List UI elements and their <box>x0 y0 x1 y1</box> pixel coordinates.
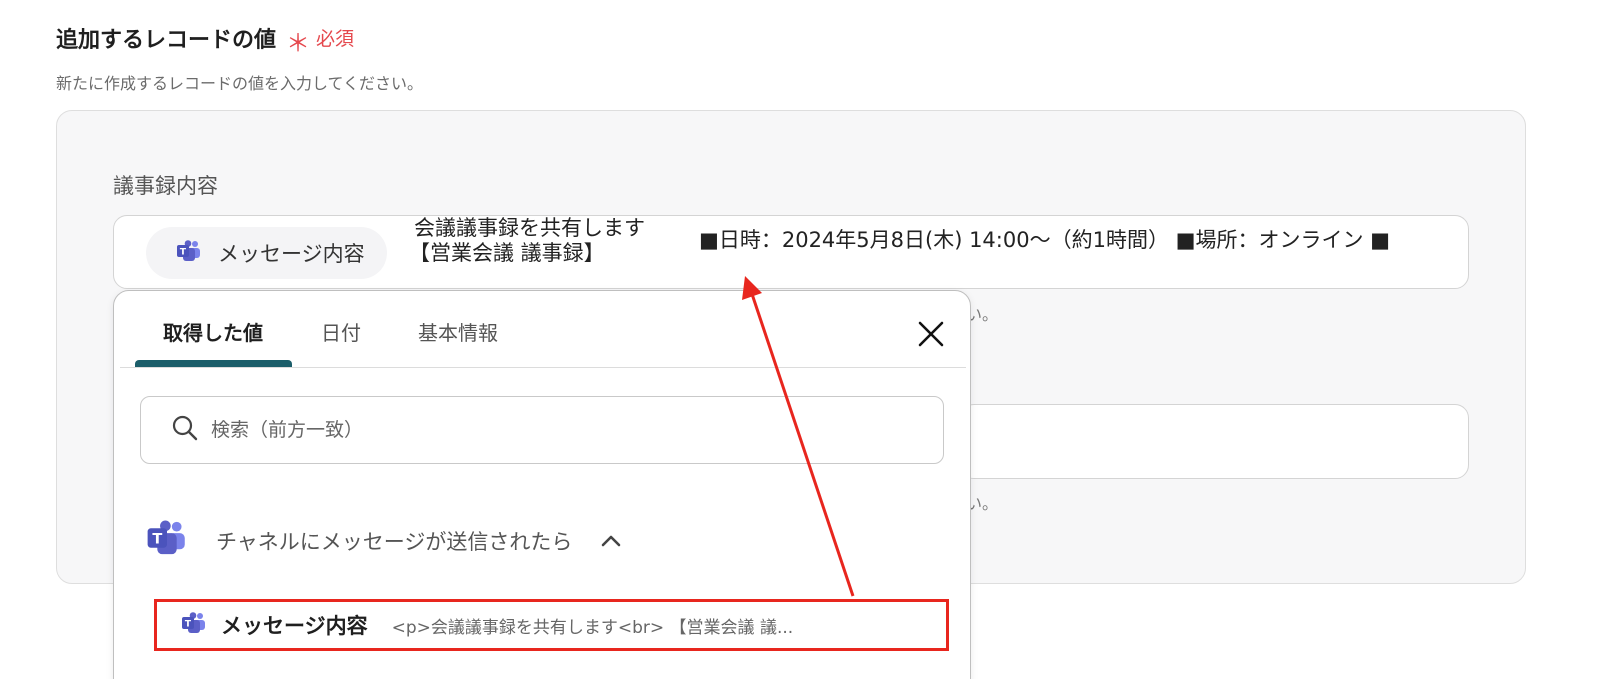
section-title: 追加するレコードの値 ＊ 必須 <box>56 20 355 58</box>
tabs-divider <box>120 367 966 368</box>
page: 追加するレコードの値 ＊ 必須 新たに作成するレコードの値を入力してください。 … <box>0 0 1600 679</box>
value-picker-popup: 取得した値 日付 基本情報 検索（前方一致） T チャネルにメッセージが送信され… <box>113 290 971 679</box>
second-field-input[interactable] <box>960 404 1469 479</box>
search-box <box>140 396 944 464</box>
section-title-text: 追加するレコードの値 <box>56 27 277 53</box>
close-button[interactable] <box>914 317 948 351</box>
svg-text:T: T <box>180 247 187 257</box>
tab-acquired-values[interactable]: 取得した値 <box>163 317 263 346</box>
message-content-chip-label: メッセージ内容 <box>218 242 365 266</box>
teams-icon: T <box>181 612 207 638</box>
popup-tabs: 取得した値 日付 基本情報 <box>114 291 970 367</box>
search-icon <box>171 414 199 446</box>
message-content-chip[interactable]: T メッセージ内容 <box>146 227 387 279</box>
message-preview-line-1: 会議議事録を共有します <box>414 216 645 240</box>
svg-text:T: T <box>152 532 162 548</box>
close-icon <box>918 321 944 347</box>
result-item-message-content[interactable]: T メッセージ内容 <p>会議議事録を共有します<br> 【営業会議 議... <box>154 599 949 651</box>
teams-icon: T <box>176 239 202 267</box>
message-preview-line-2: 【営業会議 議事録】 <box>409 241 605 265</box>
svg-text:T: T <box>185 620 192 630</box>
section-description: 新たに作成するレコードの値を入力してください。 <box>56 74 424 93</box>
required-label: 必須 <box>316 28 355 50</box>
result-item-preview: <p>会議議事録を共有します<br> 【営業会議 議... <box>391 617 794 638</box>
required-star: ＊ <box>286 29 311 57</box>
group-header-title: チャネルにメッセージが送信されたら <box>216 529 573 554</box>
field-label-minutes: 議事録内容 <box>113 174 218 198</box>
minutes-content-input[interactable]: T メッセージ内容 会議議事録を共有します 【営業会議 議事録】 ■日時：202… <box>113 215 1469 289</box>
group-header-channel-message[interactable]: T チャネルにメッセージが送信されたら <box>146 519 622 562</box>
search-input[interactable] <box>209 418 913 442</box>
tab-date[interactable]: 日付 <box>321 317 361 346</box>
chevron-up-icon <box>600 529 622 553</box>
active-tab-indicator <box>135 360 292 367</box>
result-item-title: メッセージ内容 <box>221 614 368 638</box>
tab-basic-info[interactable]: 基本情報 <box>418 317 498 346</box>
message-preview-line-3: ■日時：2024年5月8日(木) 14:00～（約1時間） ■場所：オンライン … <box>699 228 1390 252</box>
teams-icon: T <box>146 519 188 562</box>
